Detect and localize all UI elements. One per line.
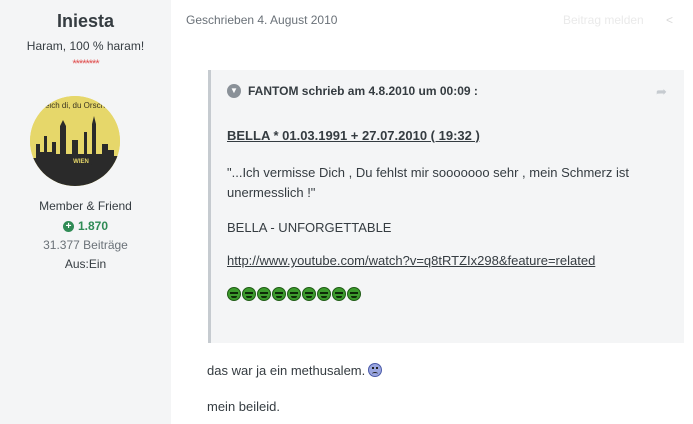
quote-block: ▼ FANTOM schrieb am 4.8.2010 um 00:09 : … bbox=[208, 70, 684, 343]
smiley-icon bbox=[332, 287, 346, 301]
member-group: Member & Friend bbox=[39, 199, 132, 213]
author-name[interactable]: Iniesta bbox=[0, 11, 171, 32]
reply-text: das war ja ein methusalem. bbox=[207, 363, 366, 378]
quote-citation: FANTOM schrieb am 4.8.2010 um 00:09 : bbox=[248, 84, 478, 98]
post-count: 31.377 Beiträge bbox=[43, 238, 128, 252]
quote-line: BELLA - UNFORGETTABLE bbox=[227, 220, 392, 235]
avatar-image: eich di, du Orsch WIEN bbox=[30, 96, 120, 186]
smiley-icon bbox=[227, 287, 241, 301]
smiley-row bbox=[227, 287, 667, 301]
smiley-icon bbox=[347, 287, 361, 301]
avatar-badge: WIEN bbox=[73, 159, 89, 165]
quote-text: "...Ich vermisse Dich , Du fehlst mir so… bbox=[227, 165, 629, 200]
quote-body: BELLA * 01.03.1991 + 27.07.2010 ( 19:32 … bbox=[227, 128, 667, 301]
author-meta: Member & Friend + 1.870 31.377 Beiträge … bbox=[0, 197, 171, 274]
smiley-icon bbox=[257, 287, 271, 301]
quote-header[interactable]: ▼ FANTOM schrieb am 4.8.2010 um 00:09 : bbox=[227, 84, 478, 98]
smiley-icon bbox=[242, 287, 256, 301]
chevron-down-icon[interactable]: ▼ bbox=[227, 84, 241, 98]
smiley-icon bbox=[272, 287, 286, 301]
smiley-icon bbox=[317, 287, 331, 301]
reply-line-2: mein beileid. bbox=[207, 399, 280, 414]
avatar[interactable]: eich di, du Orsch WIEN bbox=[30, 96, 120, 186]
sad-smiley-icon bbox=[368, 363, 383, 377]
plus-icon: + bbox=[62, 221, 74, 232]
smiley-icon bbox=[302, 287, 316, 301]
rank-stars: ******** bbox=[72, 58, 99, 70]
quote-title: BELLA * 01.03.1991 + 27.07.2010 ( 19:32 … bbox=[227, 128, 480, 143]
smiley-icon bbox=[287, 287, 301, 301]
reputation-value: 1.870 bbox=[77, 219, 109, 233]
status-label: Aus:Ein bbox=[64, 257, 107, 271]
reputation: + 1.870 bbox=[0, 216, 171, 236]
share-icon[interactable]: < bbox=[666, 13, 673, 27]
avatar-caption: eich di, du Orsch bbox=[45, 101, 105, 110]
quote-jump-icon[interactable]: ➦ bbox=[656, 84, 667, 100]
post-date: Geschrieben 4. August 2010 bbox=[186, 13, 338, 27]
youtube-link[interactable]: http://www.youtube.com/watch?v=q8tRTZIx2… bbox=[227, 253, 667, 268]
reply-line: das war ja ein methusalem. bbox=[207, 363, 383, 378]
report-post-link[interactable]: Beitrag melden bbox=[563, 13, 644, 27]
author-title: Haram, 100 % haram! bbox=[26, 39, 145, 53]
